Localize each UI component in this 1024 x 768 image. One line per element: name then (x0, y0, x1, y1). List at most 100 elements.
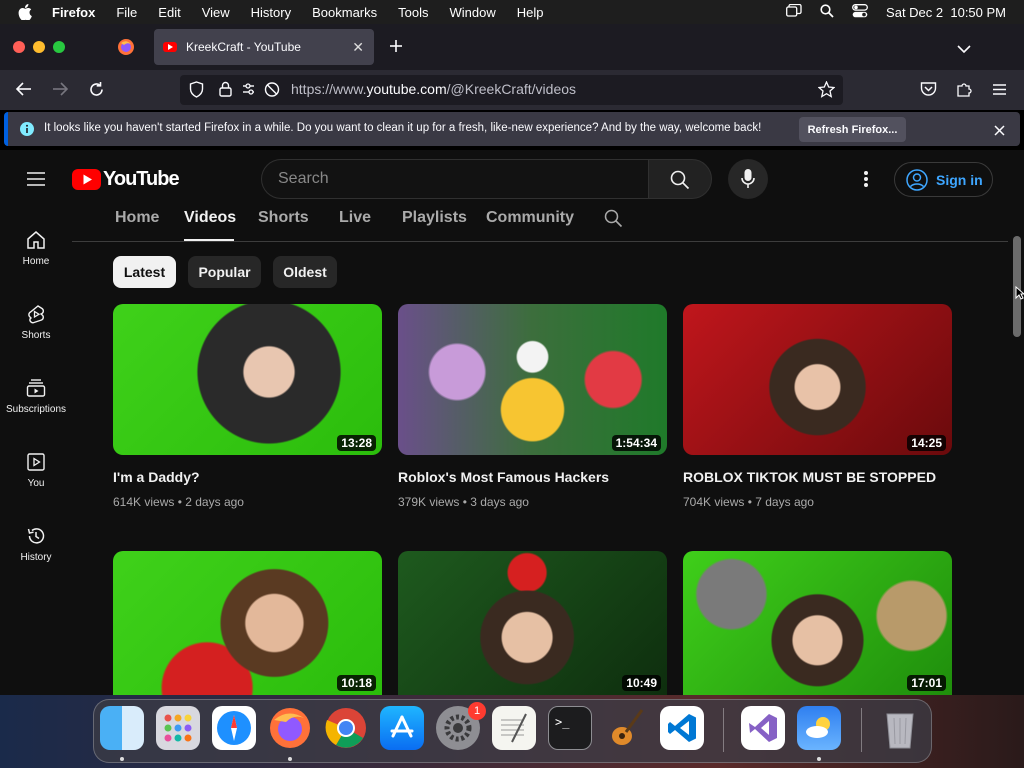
spotlight-search-icon[interactable] (820, 3, 834, 21)
video-age: 2 days ago (185, 495, 244, 509)
search-button[interactable] (648, 159, 712, 199)
permissions-icon[interactable] (242, 81, 282, 103)
guide-menu-icon[interactable] (26, 171, 46, 192)
safari-icon[interactable] (212, 706, 256, 750)
list-all-tabs-chevron-icon[interactable] (956, 41, 972, 59)
video-thumbnail[interactable]: 13:28 (113, 304, 382, 455)
video-views: 704K views (683, 495, 745, 509)
window-minimize-button[interactable] (33, 41, 45, 53)
chip-oldest[interactable]: Oldest (273, 256, 337, 288)
tabs-divider (72, 241, 1008, 242)
sidebar-item-home[interactable]: Home (0, 230, 72, 267)
subscriptions-icon (26, 379, 46, 397)
tab-youtube[interactable]: KreekCraft - YouTube ✕ (154, 29, 374, 65)
url-prefix: https://www. (291, 81, 367, 97)
tab-close-icon[interactable]: ✕ (352, 39, 364, 56)
menu-bookmarks[interactable]: Bookmarks (312, 5, 377, 20)
video-title[interactable]: ROBLOX TIKTOK MUST BE STOPPED (683, 469, 936, 485)
new-tab-plus-icon[interactable] (388, 38, 404, 59)
firefox-view-icon[interactable] (117, 38, 135, 61)
terminal-icon[interactable]: >_ (548, 706, 592, 750)
channel-search-icon[interactable] (604, 209, 623, 233)
textedit-icon[interactable] (492, 706, 536, 750)
tab-community[interactable]: Community (486, 209, 574, 227)
finder-icon[interactable] (100, 706, 144, 750)
chip-popular[interactable]: Popular (188, 256, 261, 288)
tab-shorts[interactable]: Shorts (258, 209, 309, 227)
url-text[interactable]: https://www.youtube.com/@KreekCraft/vide… (291, 81, 576, 97)
menu-edit[interactable]: Edit (158, 5, 180, 20)
apple-menu-icon[interactable] (18, 4, 36, 20)
video-title[interactable]: Roblox's Most Famous Hackers (398, 469, 609, 485)
sidebar-item-history[interactable]: History (0, 526, 72, 563)
screen-mirroring-icon[interactable] (786, 3, 802, 20)
trash-icon[interactable] (878, 706, 922, 750)
sidebar-item-subscriptions[interactable]: Subscriptions (0, 378, 72, 415)
menu-history[interactable]: History (251, 5, 291, 20)
video-meta: 614K views • 2 days ago (113, 495, 244, 509)
voice-search-button[interactable] (728, 159, 768, 199)
menu-file[interactable]: File (116, 5, 137, 20)
weather-icon[interactable] (797, 706, 841, 750)
video-title[interactable]: I'm a Daddy? (113, 469, 200, 485)
dock-separator (861, 708, 862, 752)
lock-icon[interactable] (219, 81, 232, 102)
video-age: 7 days ago (755, 495, 814, 509)
video-thumbnail[interactable]: 14:25 (683, 304, 952, 455)
back-arrow-icon[interactable] (15, 81, 33, 102)
video-views: 614K views (113, 495, 175, 509)
video-meta: 704K views • 7 days ago (683, 495, 814, 509)
tab-videos[interactable]: Videos (184, 209, 236, 227)
launchpad-icon[interactable] (156, 706, 200, 750)
visual-studio-icon[interactable] (741, 706, 785, 750)
menu-help[interactable]: Help (517, 5, 544, 20)
video-age: 3 days ago (470, 495, 529, 509)
mouse-cursor-icon (1015, 285, 1024, 305)
menu-app-name[interactable]: Firefox (52, 5, 95, 20)
menu-window[interactable]: Window (450, 5, 496, 20)
menubar-clock[interactable]: Sat Dec 2 10:50 PM (886, 5, 1006, 20)
you-icon (27, 453, 45, 471)
video-duration: 17:01 (907, 675, 946, 691)
sidebar-label-home: Home (22, 256, 50, 267)
garageband-icon[interactable] (604, 706, 648, 750)
tab-playlists[interactable]: Playlists (402, 209, 467, 227)
sign-in-label: Sign in (936, 171, 983, 188)
info-icon (20, 122, 34, 141)
page-scrollbar[interactable] (1010, 150, 1024, 695)
tab-home[interactable]: Home (115, 209, 159, 227)
menu-view[interactable]: View (202, 5, 230, 20)
window-close-button[interactable] (13, 41, 25, 53)
refresh-firefox-button[interactable]: Refresh Firefox... (799, 117, 906, 142)
video-thumbnail[interactable]: 1:54:34 (398, 304, 667, 455)
tab-live[interactable]: Live (339, 209, 371, 227)
sign-in-button[interactable]: Sign in (894, 162, 993, 197)
tracking-protection-shield-icon[interactable] (189, 81, 204, 103)
macos-menubar: Firefox File Edit View History Bookmarks… (0, 0, 1024, 24)
video-thumbnail[interactable]: 10:18 (113, 551, 382, 695)
window-zoom-button[interactable] (53, 41, 65, 53)
sidebar-label-history: History (20, 552, 52, 563)
reload-icon[interactable] (88, 81, 105, 103)
url-domain: youtube.com (366, 81, 447, 97)
menu-tools[interactable]: Tools (398, 5, 428, 20)
youtube-logo[interactable]: YouTube (72, 168, 180, 191)
control-center-icon[interactable] (852, 3, 868, 21)
video-duration: 14:25 (907, 435, 946, 451)
bookmark-star-icon[interactable] (817, 80, 836, 103)
pocket-icon[interactable] (920, 81, 937, 102)
chip-latest[interactable]: Latest (113, 256, 176, 288)
video-thumbnail[interactable]: 10:49 (398, 551, 667, 695)
extensions-puzzle-icon[interactable] (956, 81, 973, 103)
sidebar-item-shorts[interactable]: Shorts (0, 304, 72, 341)
firefox-icon[interactable] (268, 706, 312, 750)
forward-arrow-icon[interactable] (51, 81, 69, 102)
settings-more-icon[interactable] (863, 170, 869, 193)
chrome-icon[interactable] (324, 706, 368, 750)
sidebar-item-you[interactable]: You (0, 452, 72, 489)
notification-close-icon[interactable] (994, 123, 1005, 141)
app-store-icon[interactable] (380, 706, 424, 750)
vscode-icon[interactable] (660, 706, 704, 750)
app-menu-hamburger-icon[interactable] (992, 83, 1007, 101)
video-thumbnail[interactable]: 17:01 (683, 551, 952, 695)
